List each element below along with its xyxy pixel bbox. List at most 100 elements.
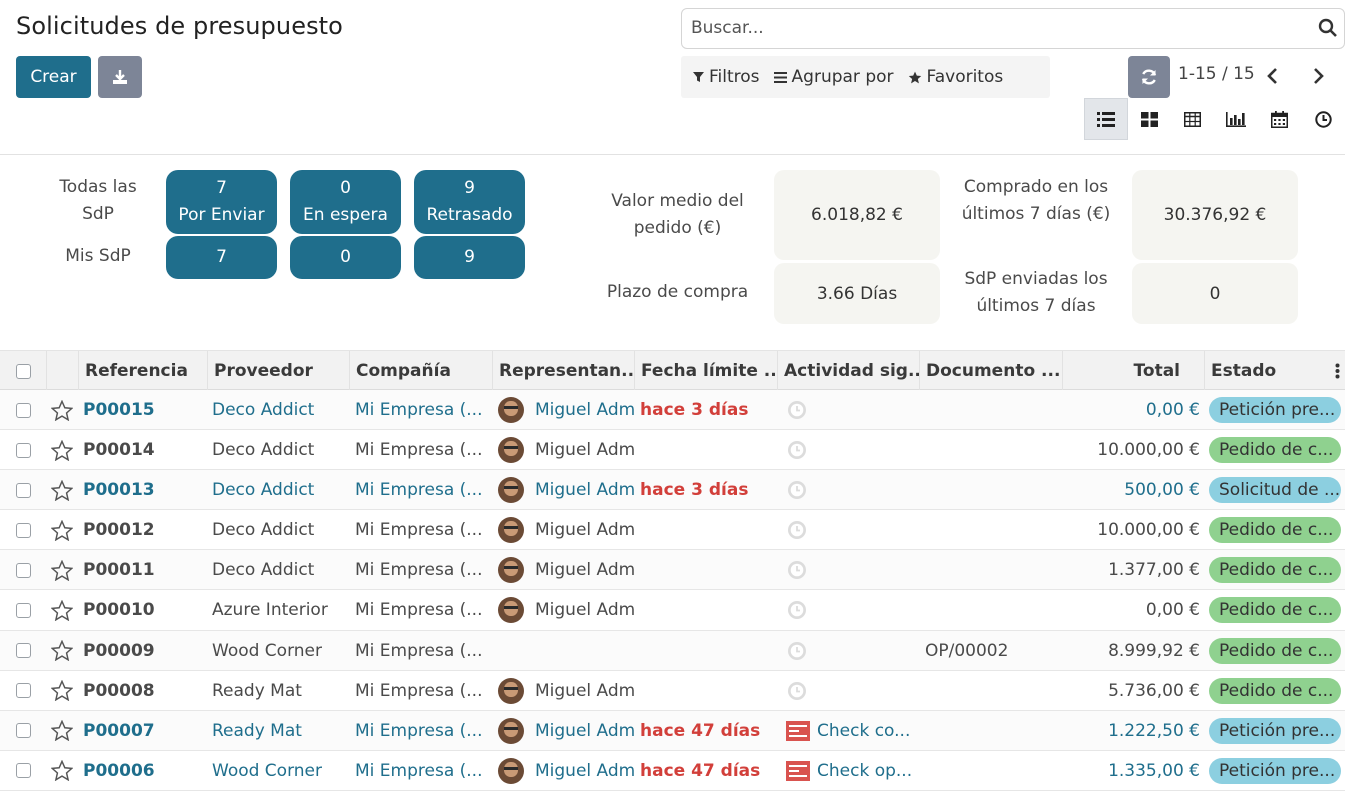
reference-cell[interactable]: P00015 (83, 390, 205, 430)
status-cell[interactable]: Pedido de c... (1209, 631, 1345, 671)
clock-icon[interactable] (787, 590, 811, 630)
star-icon[interactable] (51, 510, 75, 550)
table-row[interactable]: P00009 Wood Corner Mi Empresa (... OP/00002… (0, 630, 1345, 671)
table-row[interactable]: P00007 Ready Mat Mi Empresa (... Miguel Adm… (0, 710, 1345, 751)
table-row[interactable]: P00014 Deco Addict Mi Empresa (... Miguel A… (0, 430, 1345, 471)
star-icon[interactable] (51, 751, 75, 791)
total-cell[interactable]: 10.000,00 € (1063, 510, 1200, 550)
company-cell[interactable]: Mi Empresa (... (355, 430, 489, 470)
status-cell[interactable]: Pedido de c... (1209, 510, 1345, 550)
representative-cell[interactable]: Miguel Adm (498, 550, 634, 590)
pager-value[interactable]: 1-15 / 15 (1178, 64, 1255, 84)
waiting-all-button[interactable]: 0 En espera (290, 170, 401, 234)
clock-icon[interactable] (787, 430, 811, 470)
total-cell[interactable]: 0,00 € (1063, 590, 1200, 630)
reference-cell[interactable]: P00014 (83, 430, 205, 470)
representative-cell[interactable]: Miguel Adm (498, 510, 634, 550)
filters-toggle[interactable]: Filtros (681, 56, 767, 98)
pivot-view-button[interactable] (1171, 98, 1215, 140)
clock-icon[interactable] (787, 671, 811, 711)
vendor-cell[interactable]: Deco Addict (212, 470, 348, 510)
column-header-total[interactable]: Total (1063, 351, 1205, 391)
clock-icon[interactable] (787, 550, 811, 590)
representative-cell[interactable]: Miguel Adm (498, 470, 634, 510)
row-checkbox[interactable] (16, 522, 31, 538)
representative-cell[interactable]: Miguel Adm (498, 390, 634, 430)
table-row[interactable]: P00012 Deco Addict Mi Empresa (... Miguel A… (0, 510, 1345, 551)
total-cell[interactable]: 5.736,00 € (1063, 671, 1200, 711)
reference-cell[interactable]: P00012 (83, 510, 205, 550)
to-send-mine-button[interactable]: 7 (166, 236, 277, 279)
status-cell[interactable]: Petición pre... (1209, 390, 1345, 430)
star-icon[interactable] (51, 590, 75, 630)
row-checkbox[interactable] (16, 562, 31, 578)
vendor-cell[interactable]: Azure Interior (212, 590, 348, 630)
representative-cell[interactable]: Miguel Adm (498, 751, 634, 791)
status-cell[interactable]: Pedido de c... (1209, 590, 1345, 630)
star-icon[interactable] (51, 671, 75, 711)
total-cell[interactable]: 500,00 € (1063, 470, 1200, 510)
company-cell[interactable]: Mi Empresa (... (355, 510, 489, 550)
status-cell[interactable]: Pedido de c... (1209, 671, 1345, 711)
chevron-left-icon[interactable] (1264, 66, 1282, 86)
company-cell[interactable]: Mi Empresa (... (355, 671, 489, 711)
row-checkbox[interactable] (16, 683, 31, 699)
company-cell[interactable]: Mi Empresa (... (355, 631, 489, 671)
clock-icon[interactable] (787, 631, 811, 671)
reference-cell[interactable]: P00010 (83, 590, 205, 630)
table-row[interactable]: P00013 Deco Addict Mi Empresa (... Miguel A… (0, 470, 1345, 511)
total-cell[interactable]: 10.000,00 € (1063, 430, 1200, 470)
total-cell[interactable]: 8.999,92 € (1063, 631, 1200, 671)
select-all-checkbox[interactable] (15, 363, 31, 379)
deadline-cell[interactable]: hace 47 días (640, 711, 776, 751)
company-cell[interactable]: Mi Empresa (... (355, 390, 489, 430)
company-cell[interactable]: Mi Empresa (... (355, 550, 489, 590)
company-cell[interactable]: Mi Empresa (... (355, 711, 489, 751)
row-checkbox[interactable] (16, 763, 31, 779)
late-all-button[interactable]: 9 Retrasado (414, 170, 525, 234)
reference-cell[interactable]: P00011 (83, 550, 205, 590)
vendor-cell[interactable]: Deco Addict (212, 550, 348, 590)
representative-cell[interactable]: Miguel Adm (498, 711, 634, 751)
status-cell[interactable]: Solicitud de ... (1209, 470, 1345, 510)
search-icon[interactable] (1318, 18, 1338, 38)
clock-icon[interactable] (787, 390, 811, 430)
reference-cell[interactable]: P00007 (83, 711, 205, 751)
deadline-cell[interactable]: hace 3 días (640, 390, 776, 430)
column-header-next-activity[interactable]: Actividad sig... (778, 351, 920, 391)
clock-icon[interactable] (787, 470, 811, 510)
representative-cell[interactable]: Miguel Adm (498, 430, 634, 470)
reference-cell[interactable]: P00006 (83, 751, 205, 791)
reference-cell[interactable]: P00013 (83, 470, 205, 510)
star-icon[interactable] (51, 470, 75, 510)
column-header-status[interactable]: Estado (1205, 351, 1345, 391)
column-header-source-document[interactable]: Documento ... (920, 351, 1063, 391)
status-cell[interactable]: Pedido de c... (1209, 430, 1345, 470)
search-input[interactable] (682, 9, 1282, 47)
vendor-cell[interactable]: Wood Corner (212, 751, 348, 791)
total-cell[interactable]: 1.377,00 € (1063, 550, 1200, 590)
vendor-cell[interactable]: Deco Addict (212, 510, 348, 550)
company-cell[interactable]: Mi Empresa (... (355, 470, 489, 510)
table-row[interactable]: P00015 Deco Addict Mi Empresa (... Miguel A… (0, 390, 1345, 431)
reload-button[interactable] (1128, 56, 1170, 98)
column-options-icon[interactable] (1335, 363, 1340, 379)
reference-cell[interactable]: P00008 (83, 671, 205, 711)
row-checkbox[interactable] (16, 723, 31, 739)
vendor-cell[interactable]: Deco Addict (212, 390, 348, 430)
group-by-toggle[interactable]: Agrupar por (767, 56, 901, 98)
star-icon[interactable] (51, 550, 75, 590)
favorites-toggle[interactable]: Favoritos (901, 56, 1011, 98)
to-send-all-button[interactable]: 7 Por Enviar (166, 170, 277, 234)
create-button[interactable]: Crear (16, 56, 91, 98)
row-checkbox[interactable] (16, 643, 31, 659)
total-cell[interactable]: 1.222,50 € (1063, 711, 1200, 751)
activity-cell[interactable]: Check op... (786, 751, 918, 791)
representative-cell[interactable]: Miguel Adm (498, 590, 634, 630)
company-cell[interactable]: Mi Empresa (... (355, 751, 489, 791)
star-icon[interactable] (51, 711, 75, 751)
vendor-cell[interactable]: Ready Mat (212, 671, 348, 711)
vendor-cell[interactable]: Deco Addict (212, 430, 348, 470)
calendar-view-button[interactable] (1258, 98, 1302, 140)
late-mine-button[interactable]: 9 (414, 236, 525, 279)
